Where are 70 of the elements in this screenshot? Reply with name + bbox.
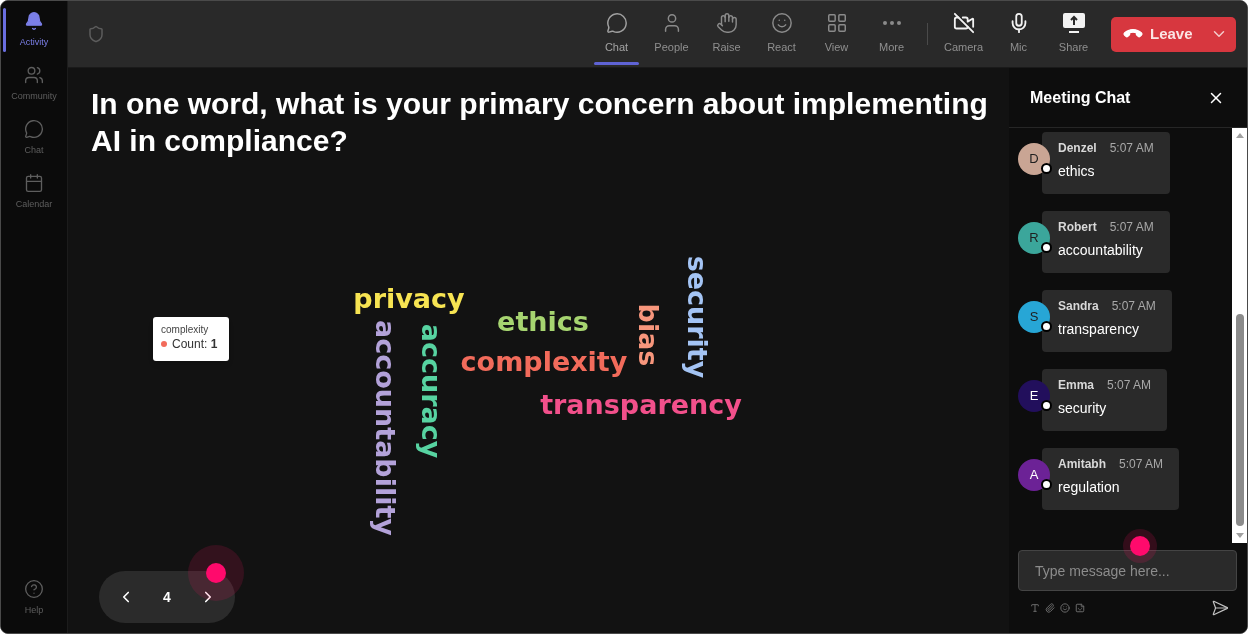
bell-icon xyxy=(24,11,44,31)
message-text: accountability xyxy=(1058,241,1144,260)
toolbar-button[interactable]: Camera xyxy=(936,1,991,67)
chat-bubble-icon xyxy=(605,12,628,34)
tooltip-count: Count: 1 xyxy=(172,336,218,352)
cloud-word: ethics xyxy=(497,307,589,335)
click-indicator-icon xyxy=(188,545,244,601)
cloud-word: complexity xyxy=(460,347,628,375)
hand-icon xyxy=(715,12,738,34)
cloud-word: accountability xyxy=(371,320,399,536)
grid-icon xyxy=(825,12,848,34)
smiley-icon xyxy=(770,12,793,34)
toolbar-button[interactable]: More xyxy=(864,1,919,67)
message-time: 5:07 AM xyxy=(1119,456,1164,473)
sender-name: Emma xyxy=(1058,377,1095,394)
people-icon xyxy=(24,65,44,85)
tooltip-title: complexity xyxy=(161,324,210,336)
help-icon xyxy=(24,579,44,599)
sticker-icon[interactable] xyxy=(1075,603,1085,613)
cloud-word: accuracy xyxy=(417,323,445,459)
cloud-word: privacy xyxy=(353,284,465,312)
message-text: transparency xyxy=(1058,320,1140,339)
scroll-down-icon[interactable] xyxy=(1235,533,1244,538)
toolbar-button[interactable]: Raise xyxy=(699,1,754,67)
sidebar-tab[interactable]: Community xyxy=(1,55,67,109)
toolbar-button[interactable]: Chat xyxy=(589,1,644,67)
page-number: 4 xyxy=(163,587,171,607)
message-text: security xyxy=(1058,399,1108,418)
toolbar-button[interactable]: Mic xyxy=(991,1,1046,67)
send-icon[interactable] xyxy=(1211,599,1229,617)
message-time: 5:07 AM xyxy=(1109,140,1154,157)
cloud-word: bias xyxy=(634,303,662,367)
toolbar-button[interactable]: React xyxy=(754,1,809,67)
message-text: ethics xyxy=(1058,162,1096,181)
calendar-icon xyxy=(24,173,44,193)
cloud-word: security xyxy=(683,255,711,379)
shield-icon xyxy=(87,25,105,43)
scrollbar-thumb[interactable] xyxy=(1235,314,1244,526)
scrollbar[interactable] xyxy=(1232,128,1247,543)
scroll-up-icon[interactable] xyxy=(1235,133,1244,138)
sender-name: Sandra xyxy=(1058,298,1099,315)
cloud-word: transparency xyxy=(540,390,742,418)
sidebar-tab[interactable]: Chat xyxy=(1,109,67,163)
selection-underline xyxy=(594,62,639,65)
sender-name: Amitabh xyxy=(1058,456,1106,473)
sidebar-tab[interactable]: Activity xyxy=(1,1,67,55)
message-time: 5:07 AM xyxy=(1111,298,1156,315)
text-format-icon[interactable] xyxy=(1030,603,1040,613)
message-input[interactable]: Type message here... xyxy=(1018,550,1237,591)
toolbar-button[interactable]: People xyxy=(644,1,699,67)
help-button[interactable]: Help xyxy=(1,579,67,616)
share-screen-icon xyxy=(1062,13,1085,33)
message-time: 5:07 AM xyxy=(1107,377,1152,394)
message-time: 5:07 AM xyxy=(1109,219,1154,236)
sidebar-tab[interactable]: Calendar xyxy=(1,163,67,217)
chat-title: Meeting Chat xyxy=(1030,87,1131,108)
toolbar-button[interactable]: Share xyxy=(1046,1,1101,67)
sender-name: Denzel xyxy=(1058,140,1097,157)
selection-bar xyxy=(3,8,6,52)
click-indicator-icon xyxy=(1123,529,1157,563)
message-text: regulation xyxy=(1058,478,1121,497)
camera-off-icon xyxy=(952,12,975,34)
question-text: In one word, what is your primary concern about implementing AI in compliance? xyxy=(91,86,989,159)
smiley-icon[interactable] xyxy=(1060,603,1070,613)
sender-name: Robert xyxy=(1058,219,1097,236)
chat-bubble-icon xyxy=(24,119,44,139)
ellipsis-icon xyxy=(882,21,901,25)
toolbar-button[interactable]: View xyxy=(809,1,864,67)
leave-button[interactable]: Leave xyxy=(1111,16,1236,52)
paperclip-icon[interactable] xyxy=(1045,603,1055,613)
